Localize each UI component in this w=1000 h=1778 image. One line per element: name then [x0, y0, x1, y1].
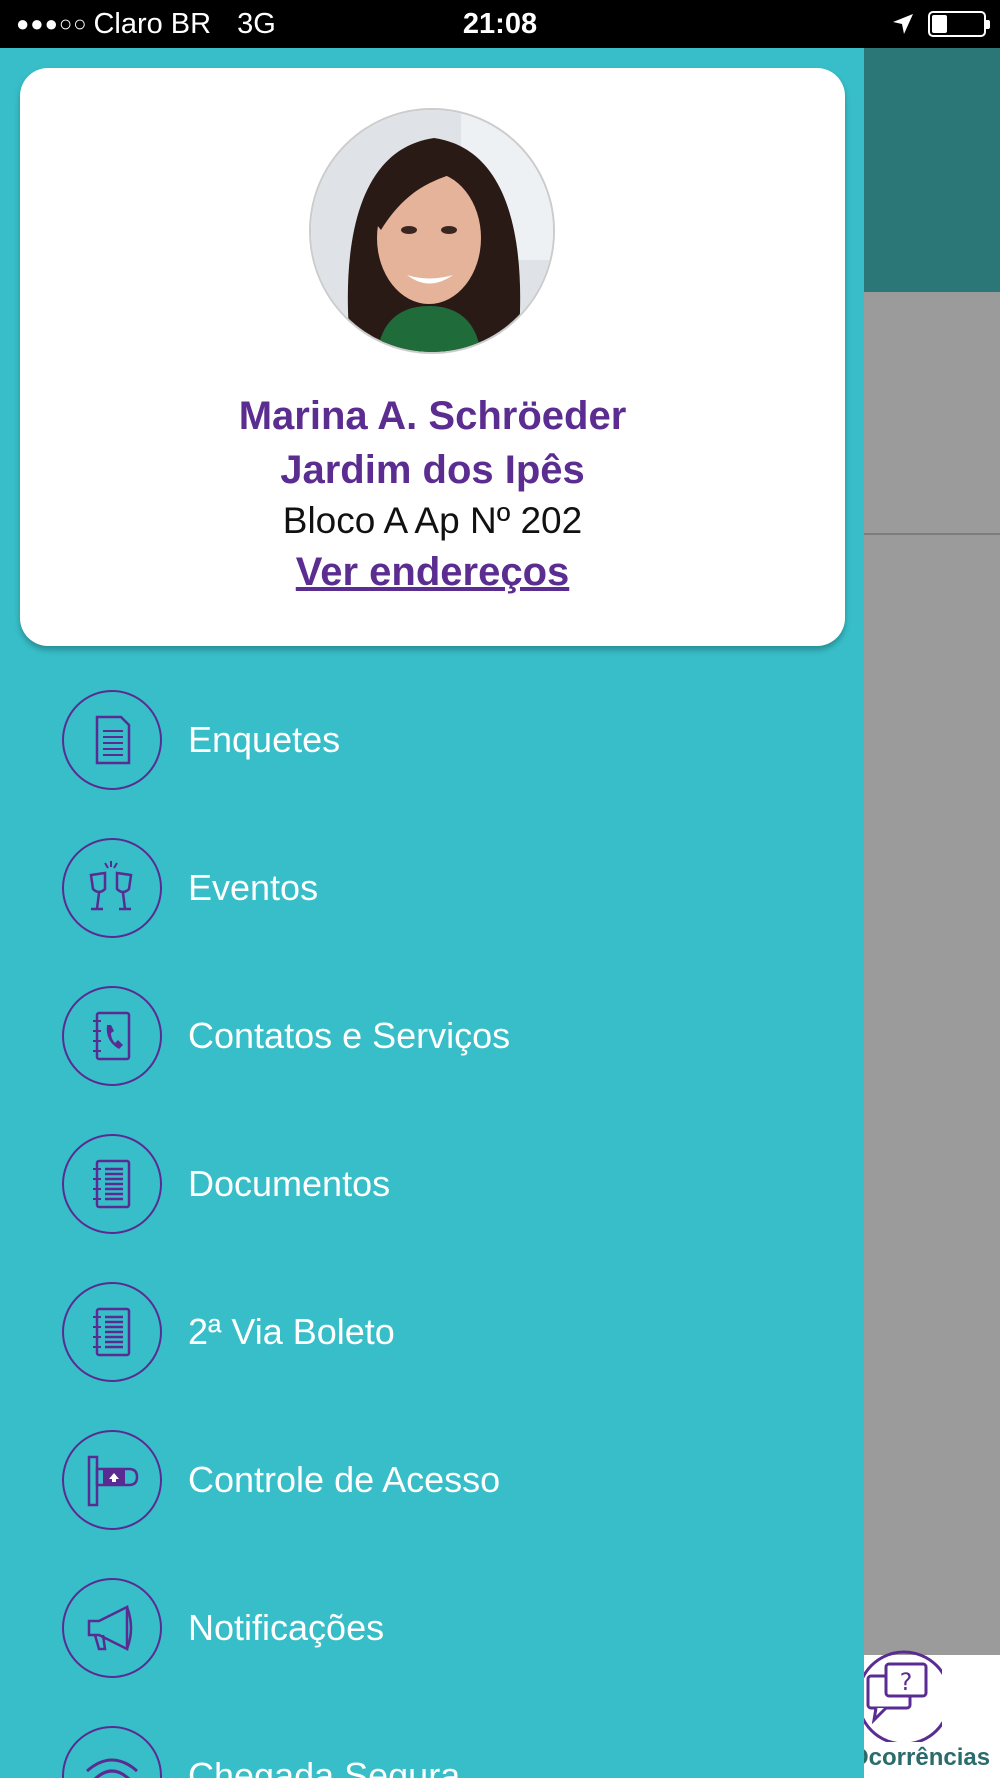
battery-icon	[928, 11, 990, 37]
menu-item-documentos[interactable]: Documentos	[62, 1134, 842, 1234]
menu-item-controle-acesso[interactable]: Controle de Acesso	[62, 1430, 842, 1530]
wifi-icon	[62, 1726, 162, 1778]
megaphone-icon	[62, 1578, 162, 1678]
condominium-name: Jardim dos Ipês	[280, 448, 585, 492]
menu-item-label: Notificações	[188, 1607, 385, 1648]
view-addresses-link[interactable]: Ver endereços	[20, 550, 845, 595]
menu-item-label: Documentos	[188, 1163, 391, 1204]
profile-card: Marina A. Schröeder Jardim dos Ipês Bloc…	[20, 68, 845, 646]
menu-item-label: Contatos e Serviços	[188, 1015, 511, 1056]
survey-document-icon	[62, 690, 162, 790]
menu-item-label: Enquetes	[188, 719, 341, 760]
menu-item-notificacoes[interactable]: Notificações	[62, 1578, 842, 1678]
battery-level	[932, 15, 947, 33]
menu-item-segunda-via-boleto[interactable]: 2ª Via Boleto	[62, 1282, 842, 1382]
avatar[interactable]	[309, 108, 555, 354]
menu-item-label: Controle de Acesso	[188, 1459, 501, 1500]
avatar-photo	[311, 110, 553, 352]
navigation-drawer: Marina A. Schröeder Jardim dos Ipês Bloc…	[0, 48, 864, 1778]
phone-book-icon	[62, 986, 162, 1086]
svg-text:?: ?	[900, 1668, 913, 1696]
menu-item-eventos[interactable]: Eventos	[62, 838, 842, 938]
status-right	[892, 0, 990, 48]
clock: 21:08	[462, 8, 538, 40]
question-chat-icon[interactable]: ?	[864, 1650, 942, 1742]
background-app-header	[864, 48, 1000, 292]
invoice-icon	[62, 1282, 162, 1382]
background-overlay[interactable]	[864, 292, 1000, 1655]
champagne-glasses-icon	[62, 838, 162, 938]
status-bar: ●●●○○ Claro BR 3G 21:08	[0, 0, 1000, 48]
tab-occurrences[interactable]: Ocorrências	[850, 1744, 1000, 1772]
access-gate-icon	[62, 1430, 162, 1530]
menu-item-enquetes[interactable]: Enquetes	[62, 690, 842, 790]
menu-item-contatos-servicos[interactable]: Contatos e Serviços	[62, 986, 842, 1086]
background-divider	[864, 533, 1000, 535]
menu-item-chegada-segura[interactable]: Chegada Segura	[62, 1726, 842, 1778]
menu-item-label: Eventos	[188, 867, 319, 908]
documents-icon	[62, 1134, 162, 1234]
menu-item-label: Chegada Segura	[188, 1755, 461, 1778]
menu-item-label: 2ª Via Boleto	[188, 1311, 395, 1352]
unit-info: Bloco A Ap Nº 202	[282, 500, 583, 541]
location-arrow-icon	[893, 14, 913, 34]
user-name: Marina A. Schröeder	[238, 394, 627, 438]
